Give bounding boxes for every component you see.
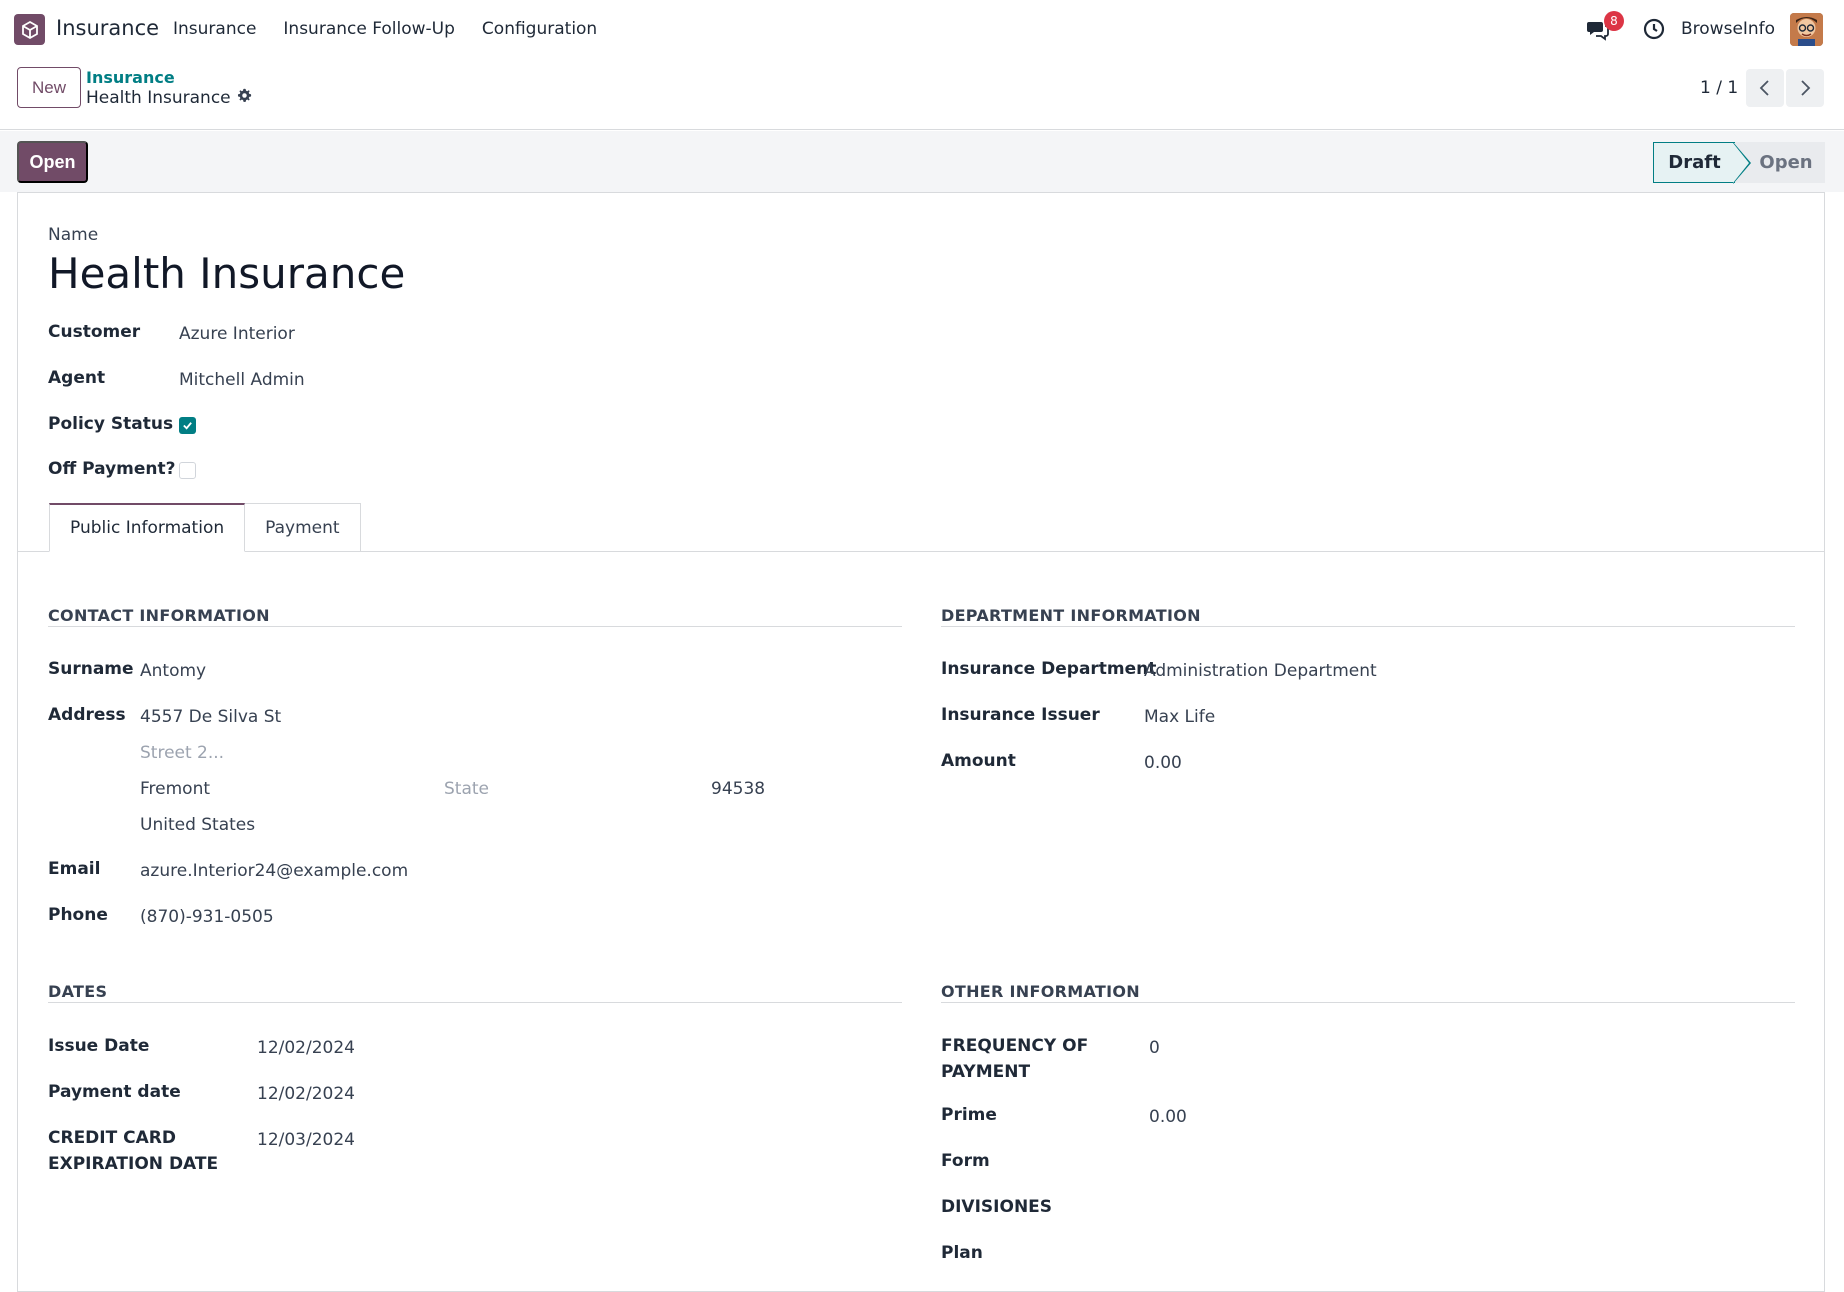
issue-date-field[interactable]: 12/02/2024 (257, 1038, 355, 1058)
country-field[interactable]: United States (140, 815, 255, 835)
agent-label: Agent (48, 368, 106, 388)
street-field[interactable]: 4557 De Silva St (140, 707, 281, 727)
zip-field[interactable]: 94538 (711, 779, 765, 799)
chevron-right-icon (1801, 80, 1811, 96)
off-payment-checkbox[interactable] (179, 462, 196, 479)
prime-field[interactable]: 0.00 (1149, 1107, 1187, 1127)
payment-date-field[interactable]: 12/02/2024 (257, 1084, 355, 1104)
chevron-left-icon (1759, 80, 1769, 96)
department-section-title: DEPARTMENT INFORMATION (941, 606, 1201, 625)
control-panel: New Insurance Health Insurance 1 / 1 (0, 58, 1844, 130)
check-icon (183, 422, 192, 430)
pager-previous-button[interactable] (1746, 69, 1784, 107)
company-switcher[interactable]: BrowseInfo (1681, 19, 1775, 39)
email-label: Email (48, 859, 101, 879)
contact-divider (48, 626, 902, 627)
user-avatar[interactable] (1790, 13, 1823, 46)
department-divider (941, 626, 1795, 627)
insurance-department-label: Insurance Department (941, 659, 1157, 679)
chat-count-badge: 8 (1604, 11, 1624, 31)
amount-label: Amount (941, 751, 1016, 771)
form-label: Form (941, 1151, 990, 1171)
customer-field[interactable]: Azure Interior (179, 324, 295, 344)
plan-label: Plan (941, 1243, 983, 1263)
insurance-department-field[interactable]: Administration Department (1144, 661, 1377, 681)
gear-icon[interactable] (237, 88, 252, 108)
insurance-issuer-label: Insurance Issuer (941, 705, 1100, 725)
status-bar: Open Draft Open (0, 131, 1844, 192)
phone-label: Phone (48, 905, 108, 925)
cc-expiration-label-line1: CREDIT CARD (48, 1128, 176, 1148)
surname-label: Surname (48, 659, 134, 679)
name-label: Name (48, 225, 99, 245)
agent-field[interactable]: Mitchell Admin (179, 370, 305, 390)
issue-date-label: Issue Date (48, 1036, 150, 1056)
cc-expiration-label-line2: EXPIRATION DATE (48, 1154, 219, 1174)
email-field[interactable]: azure.Interior24@example.com (140, 861, 408, 881)
street2-field[interactable]: Street 2... (140, 743, 224, 763)
city-field[interactable]: Fremont (140, 779, 210, 799)
contact-section-title: CONTACT INFORMATION (48, 606, 270, 625)
address-label: Address (48, 705, 126, 725)
name-field[interactable]: Health Insurance (48, 249, 405, 298)
frequency-label-line1: FREQUENCY OF (941, 1036, 1089, 1056)
state-field[interactable]: State (444, 779, 489, 799)
menu-insurance-follow-up[interactable]: Insurance Follow-Up (283, 19, 455, 39)
stage-draft[interactable]: Draft (1653, 142, 1735, 183)
amount-field[interactable]: 0.00 (1144, 753, 1182, 773)
menu-configuration[interactable]: Configuration (482, 19, 597, 39)
off-payment-label: Off Payment? (48, 459, 176, 479)
tab-payment[interactable]: Payment (245, 503, 361, 552)
dates-divider (48, 1002, 902, 1003)
menu-insurance[interactable]: Insurance (173, 19, 256, 39)
surname-field[interactable]: Antomy (140, 661, 206, 681)
customer-label: Customer (48, 322, 141, 342)
insurance-issuer-field[interactable]: Max Life (1144, 707, 1215, 727)
stage-arrow-fill (1733, 143, 1749, 183)
app-logo-icon[interactable] (14, 14, 45, 45)
main-menu: Insurance Insurance Follow-Up Configurat… (173, 19, 597, 39)
policy-status-label: Policy Status (48, 414, 174, 434)
pager-next-button[interactable] (1786, 69, 1824, 107)
dates-section-title: DATES (48, 982, 108, 1001)
breadcrumb-current: Health Insurance (86, 88, 252, 108)
breadcrumb-parent[interactable]: Insurance (86, 68, 175, 87)
tab-public-information[interactable]: Public Information (49, 503, 246, 552)
other-section-title: OTHER INFORMATION (941, 982, 1140, 1001)
phone-field[interactable]: (870)-931-0505 (140, 907, 274, 927)
pager-value[interactable]: 1 / 1 (1700, 78, 1738, 98)
form-sheet: Name Health Insurance Customer Azure Int… (17, 192, 1825, 1292)
policy-status-checkbox[interactable] (179, 417, 196, 434)
clock-icon[interactable] (1642, 17, 1666, 41)
prime-label: Prime (941, 1105, 997, 1125)
payment-date-label: Payment date (48, 1082, 181, 1102)
frequency-label-line2: PAYMENT (941, 1062, 1031, 1082)
open-button[interactable]: Open (17, 141, 88, 183)
breadcrumb-current-label: Health Insurance (86, 88, 231, 108)
app-name[interactable]: Insurance (56, 16, 159, 40)
other-divider (941, 1002, 1795, 1003)
divisiones-label: DIVISIONES (941, 1197, 1053, 1217)
top-navbar: Insurance Insurance Insurance Follow-Up … (0, 0, 1844, 58)
cc-expiration-field[interactable]: 12/03/2024 (257, 1130, 355, 1150)
notebook-tabs: Public Information Payment (49, 503, 361, 552)
frequency-field[interactable]: 0 (1149, 1038, 1160, 1058)
new-button[interactable]: New (17, 67, 81, 108)
